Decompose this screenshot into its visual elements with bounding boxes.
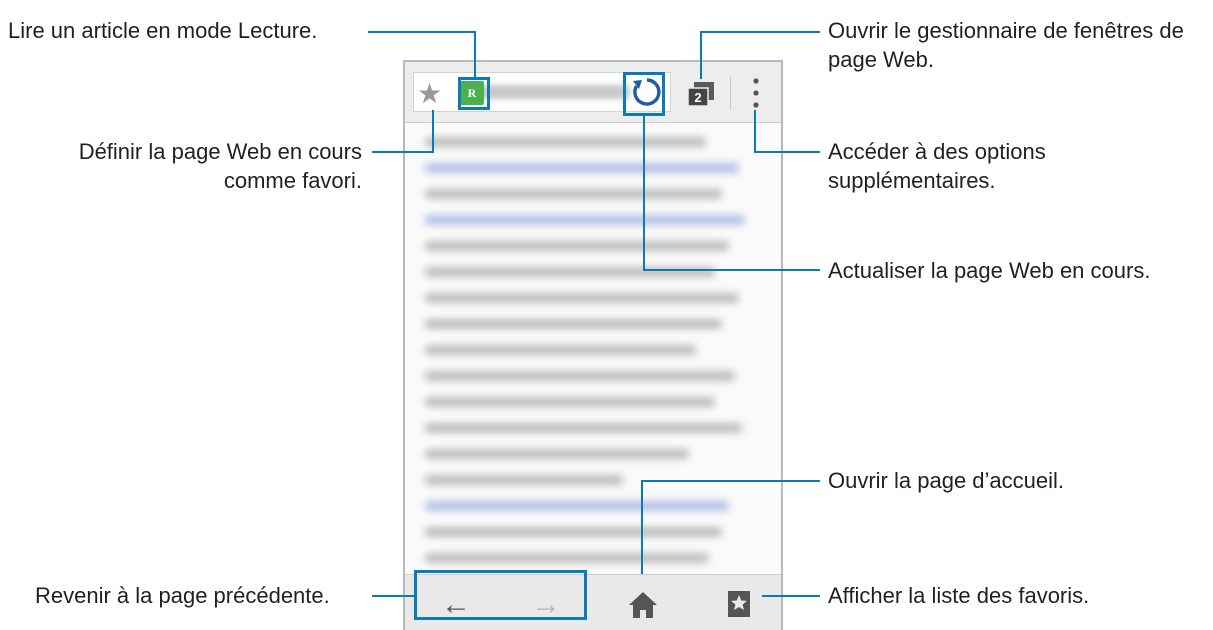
label-reader-mode: Lire un article en mode Lecture. — [8, 18, 318, 43]
label-window-manager: Ouvrir le gestionnaire de fenêtres de pa… — [828, 18, 1184, 72]
label-refresh: Actualiser la page Web en cours. — [828, 258, 1151, 283]
home-icon[interactable] — [628, 591, 658, 619]
label-more-options: Accéder à des options supplémentaires. — [828, 139, 1046, 193]
leader-bookmarks-h — [762, 595, 820, 597]
reader-highlight — [458, 77, 490, 110]
toolbar-divider — [730, 76, 731, 110]
label-bookmarks-list: Afficher la liste des favoris. — [828, 583, 1090, 608]
label-bookmark-page: Définir la page Web en cours comme favor… — [78, 139, 362, 193]
leader-home-v — [641, 480, 643, 574]
browser-screen: ★ R 2 ← → — [403, 60, 783, 630]
back-forward-highlight — [414, 570, 587, 620]
leader-bookmark-h — [372, 151, 434, 153]
leader-reader-h — [368, 31, 476, 33]
url-text — [480, 85, 630, 99]
tab-count: 2 — [694, 90, 702, 105]
leader-refresh-v — [643, 115, 645, 271]
label-home: Ouvrir la page d’accueil. — [828, 468, 1065, 493]
star-icon[interactable]: ★ — [417, 80, 442, 108]
leader-bookmark-v — [432, 110, 434, 153]
leader-more-v — [754, 110, 756, 153]
more-options-icon[interactable] — [753, 76, 759, 110]
leader-more-h — [754, 151, 820, 153]
bookmarks-icon[interactable] — [728, 591, 750, 617]
page-content-blurred — [425, 130, 755, 579]
leader-windows-v — [700, 31, 702, 79]
refresh-highlight — [623, 72, 665, 116]
window-manager-icon[interactable]: 2 — [686, 82, 716, 108]
label-back: Revenir à la page précédente. — [35, 583, 330, 608]
leader-refresh-h — [643, 269, 820, 271]
leader-reader-v — [474, 31, 476, 78]
leader-windows-h — [700, 31, 820, 33]
leader-back-h — [372, 595, 416, 597]
leader-home-h — [641, 480, 820, 482]
